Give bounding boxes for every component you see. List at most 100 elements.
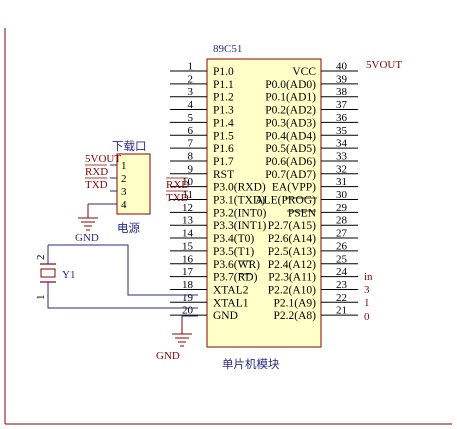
mcu-pin-number: 29 [336,202,348,214]
mcu-pin-number: 27 [336,228,348,240]
mcu-pin-label: VCC [292,66,316,78]
mcu-pin-label: P2.2(A10) [268,284,316,296]
edge-fragment-3: 1 [364,297,370,309]
mcu-pin-label: P3.5(T1) [213,246,254,258]
conn-5vout-label: 5VOUT [85,153,121,165]
mcu-pin-label: P2.1(A9) [274,297,317,309]
mcu-txd-label: TXD [166,192,189,204]
mcu-pin-label: P0.4(AD4) [265,130,316,142]
mcu-pin-label: P2.2(A8) [274,310,317,322]
mcu-pin-label: P0.5(AD5) [265,143,316,155]
edge-fragment-2: 3 [364,284,370,296]
mcu-pin-number: 36 [336,112,348,124]
mcu-pin-number: 14 [182,228,194,240]
mcu-pin-number: 39 [336,73,348,85]
mcu-pin-label: P1.4 [213,117,234,129]
connector-ground-symbol [78,203,117,231]
mcu-pin-label: P2.3(A11) [268,272,316,284]
mcu-pin-number: 6 [188,125,194,137]
crystal-ref: Y1 [62,269,75,281]
mcu-pin-number: 37 [336,99,348,111]
mcu-pin-number: 22 [336,292,347,304]
mcu-pin-number: 18 [182,279,194,291]
mcu-pin-label: P1.3 [213,105,234,117]
connector-title: 下载口 [112,139,147,153]
mcu-pin-number: 9 [188,163,194,175]
conn-txd-label: TXD [85,179,108,191]
mcu-pin-number: 28 [336,215,348,227]
mcu-pin-label: ALE(PROG) [255,195,316,207]
mcu-pin-label: EA(VPP) [272,182,316,194]
mcu-caption: 单片机模块 [222,357,280,371]
mcu-pin-number: 21 [336,305,347,317]
mcu-pin-label: P3.6(WR) [213,259,260,271]
mcu-pin-number: 4 [188,99,194,111]
mcu-pin-label: P1.0 [213,66,234,78]
crystal-pin-bottom: 1 [35,295,47,301]
mcu-pin-label: GND [213,310,238,322]
mcu-pin-label: P2.5(A13) [268,246,316,258]
mcu-pin-number: 13 [182,215,194,227]
mcu-pin-number: 15 [182,240,194,252]
connector-pin-number: 3 [121,186,127,198]
mcu-pin-label: P3.3(INT1) [213,220,267,232]
mcu-pin-label: P1.5 [213,130,234,142]
mcu-pin-number: 30 [336,189,348,201]
connector-pin-number: 2 [121,173,127,185]
mcu-pin-number: 23 [336,279,348,291]
mcu-pin-number: 31 [336,176,347,188]
mcu-pin-label: P3.0(RXD) [213,182,266,194]
schematic-canvas: 89C51 单片机模块 1 P1.0 2 P1.1 3 P1.2 4 P1.3 5 P1.4 6 P1… [4,28,452,425]
mcu-pin-number: 2 [188,73,194,85]
mcu-pin-number: 17 [182,266,194,278]
connector-gnd-label: GND [75,232,99,244]
mcu-ground-symbol [172,316,192,347]
mcu-pin-label: P1.7 [213,156,234,168]
mcu-pin-label: P3.7(RD) [213,272,258,284]
mcu-pin-label: P1.1 [213,79,234,91]
mcu-pin-number: 33 [336,150,348,162]
vcc-net-label: 5VOUT [366,59,402,71]
mcu-pin-number: 19 [182,292,194,304]
connector-caption: 电源 [117,221,140,235]
mcu-pin-label: P3.4(T0) [213,233,254,245]
mcu-pin-label: P0.7(AD7) [265,169,316,181]
mcu-pin-label: P1.2 [213,92,234,104]
mcu-pin-number: 16 [182,253,194,265]
mcu-pin-label: P0.1(AD1) [265,92,316,104]
mcu-pin-number: 38 [336,86,348,98]
mcu-part-name: 89C51 [213,43,242,55]
mcu-pin-number: 3 [188,86,194,98]
mcu-pin-label: P0.0(AD0) [265,79,316,91]
mcu-pin-number: 34 [336,138,348,150]
conn-rxd-label: RXD [85,166,108,178]
mcu-pin-number: 32 [336,163,347,175]
mcu-pin-label: P0.2(AD2) [265,105,316,117]
mcu-pin-label: P0.6(AD6) [265,156,316,168]
mcu-pin-label: P2.6(A14) [268,233,316,245]
mcu-pin-label: P0.3(AD3) [265,117,316,129]
mcu-gnd-label: GND [156,350,180,362]
mcu-pin-number: 7 [188,138,194,150]
mcu-pin-label: RST [213,169,234,181]
edge-fragment-4: 0 [364,311,370,323]
mcu-pin-number: 40 [336,61,348,73]
mcu-pin-label: P2.7(A15) [268,220,316,232]
connector-pin-4[interactable]: 4 [121,199,127,211]
mcu-pin-label: P2.4(A12) [268,259,316,271]
mcu-pin-number: 1 [188,61,194,73]
mcu-pin-label: XTAL2 [213,284,249,296]
mcu-rxd-label: RXD [166,179,189,191]
mcu-pin-label: P1.6 [213,143,234,155]
mcu-pin-number: 25 [336,253,348,265]
edge-fragment-1: in [364,271,373,283]
connector-pin-number: 1 [121,160,127,172]
mcu-pin-label: PSEN [288,207,317,219]
mcu-pin-number: 26 [336,240,348,252]
mcu-pin-number: 5 [188,112,194,124]
crystal-pin-top: 2 [35,255,47,261]
mcu-pin-label: P3.2(INT0) [213,207,267,219]
mcu-pin-number: 8 [188,150,194,162]
connector-pin-number: 4 [121,199,127,211]
mcu-pin-number: 24 [336,266,348,278]
